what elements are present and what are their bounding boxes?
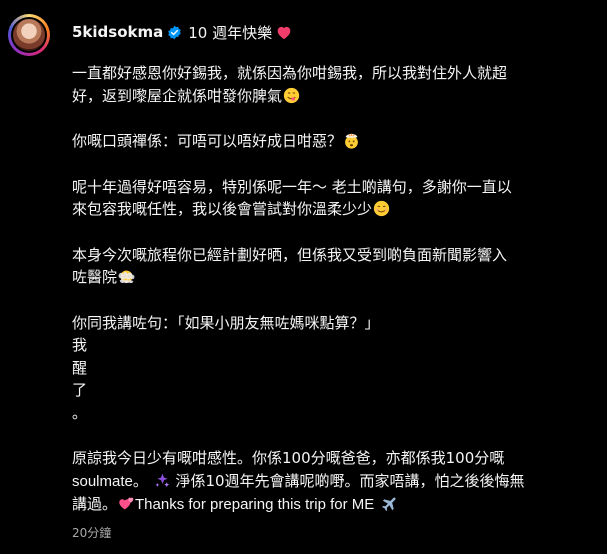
- caption-head: 10 週年快樂: [188, 23, 273, 42]
- caption-line: 淨係10週年先會講呢啲嘢。而家唔講，怕之後後悔無: [175, 471, 525, 490]
- post-header: 5kidsokma 10 週年快樂: [72, 22, 292, 42]
- paragraph: 原諒我今日少有嘅咁感性。你係100分嘅爸爸，亦都係我100分嘅 soulmate…: [72, 447, 592, 517]
- caption-line: 你同我講咗句：「如果小朋友無咗媽咪點算？」: [72, 313, 380, 332]
- caption-line: 好，返到嚟屋企就係咁發你脾氣: [72, 86, 283, 105]
- paragraph: 呢十年過得好唔容易，特別係呢一年～ 老土啲講句，多謝你一直以 來包容我嘅任性，我…: [72, 176, 592, 221]
- avatar-inner: [11, 17, 47, 53]
- paragraph: 你同我講咗句：「如果小朋友無咗媽咪點算？」 我 醒 了 。: [72, 312, 592, 425]
- caption-line: 呢十年過得好唔容易，特別係呢一年～ 老土啲講句，多謝你一直以: [72, 177, 512, 196]
- sparkles-icon: [155, 473, 169, 487]
- paragraph: 本身今次嘅旅程你已經計劃好晒，但係我又受到啲負面新聞影響入 咗醫院: [72, 244, 592, 289]
- avatar[interactable]: [8, 14, 50, 56]
- exploding-head-icon: [345, 133, 358, 149]
- airplane-icon: [382, 497, 396, 512]
- caption-line: 本身今次嘅旅程你已經計劃好晒，但係我又受到啲負面新聞影響入: [72, 245, 508, 264]
- profile-photo: [13, 19, 45, 51]
- paragraph: 你嘅口頭禪係：可唔可以唔好成日咁惡？: [72, 130, 592, 153]
- caption-body: 一直都好感恩你好錫我，就係因為你咁錫我，所以我對住外人就超 好，返到嚟屋企就係咁…: [72, 62, 592, 517]
- caption-line: 講過。: [72, 495, 118, 513]
- caption-line: 了: [72, 381, 88, 399]
- smiling-face-icon: [373, 200, 390, 217]
- caption-line: soulmate。: [72, 472, 148, 490]
- caption-line: Thanks for preparing this trip for ME: [135, 496, 375, 513]
- username[interactable]: 5kidsokma: [72, 23, 163, 41]
- face-savoring-icon: [283, 87, 300, 103]
- caption-line: 原諒我今日少有嘅咁感性。你係100分嘅爸爸，亦都係我100分嘅: [72, 449, 505, 467]
- post-timestamp: 20分鐘: [72, 526, 112, 540]
- caption-line: 醒: [72, 358, 88, 377]
- caption-line: 一直都好感恩你好錫我，就係因為你咁錫我，所以我對住外人就超: [72, 64, 508, 82]
- caption-line: 咗醫院: [72, 268, 118, 286]
- caption-line: 。: [72, 403, 88, 422]
- caption-line: 你嘅口頭禪係：可唔可以唔好成日咁惡？: [72, 132, 343, 150]
- paragraph: 一直都好感恩你好錫我，就係因為你咁錫我，所以我對住外人就超 好，返到嚟屋企就係咁…: [72, 62, 592, 107]
- face-in-clouds-icon: [118, 270, 135, 284]
- caption-line: 來包容我嘅任性，我以後會嘗試對你溫柔少少: [72, 200, 373, 218]
- verified-badge-icon: [168, 25, 182, 39]
- two-hearts-icon: [119, 497, 134, 510]
- caption-line: 我: [72, 336, 88, 354]
- red-heart-icon: [277, 26, 291, 39]
